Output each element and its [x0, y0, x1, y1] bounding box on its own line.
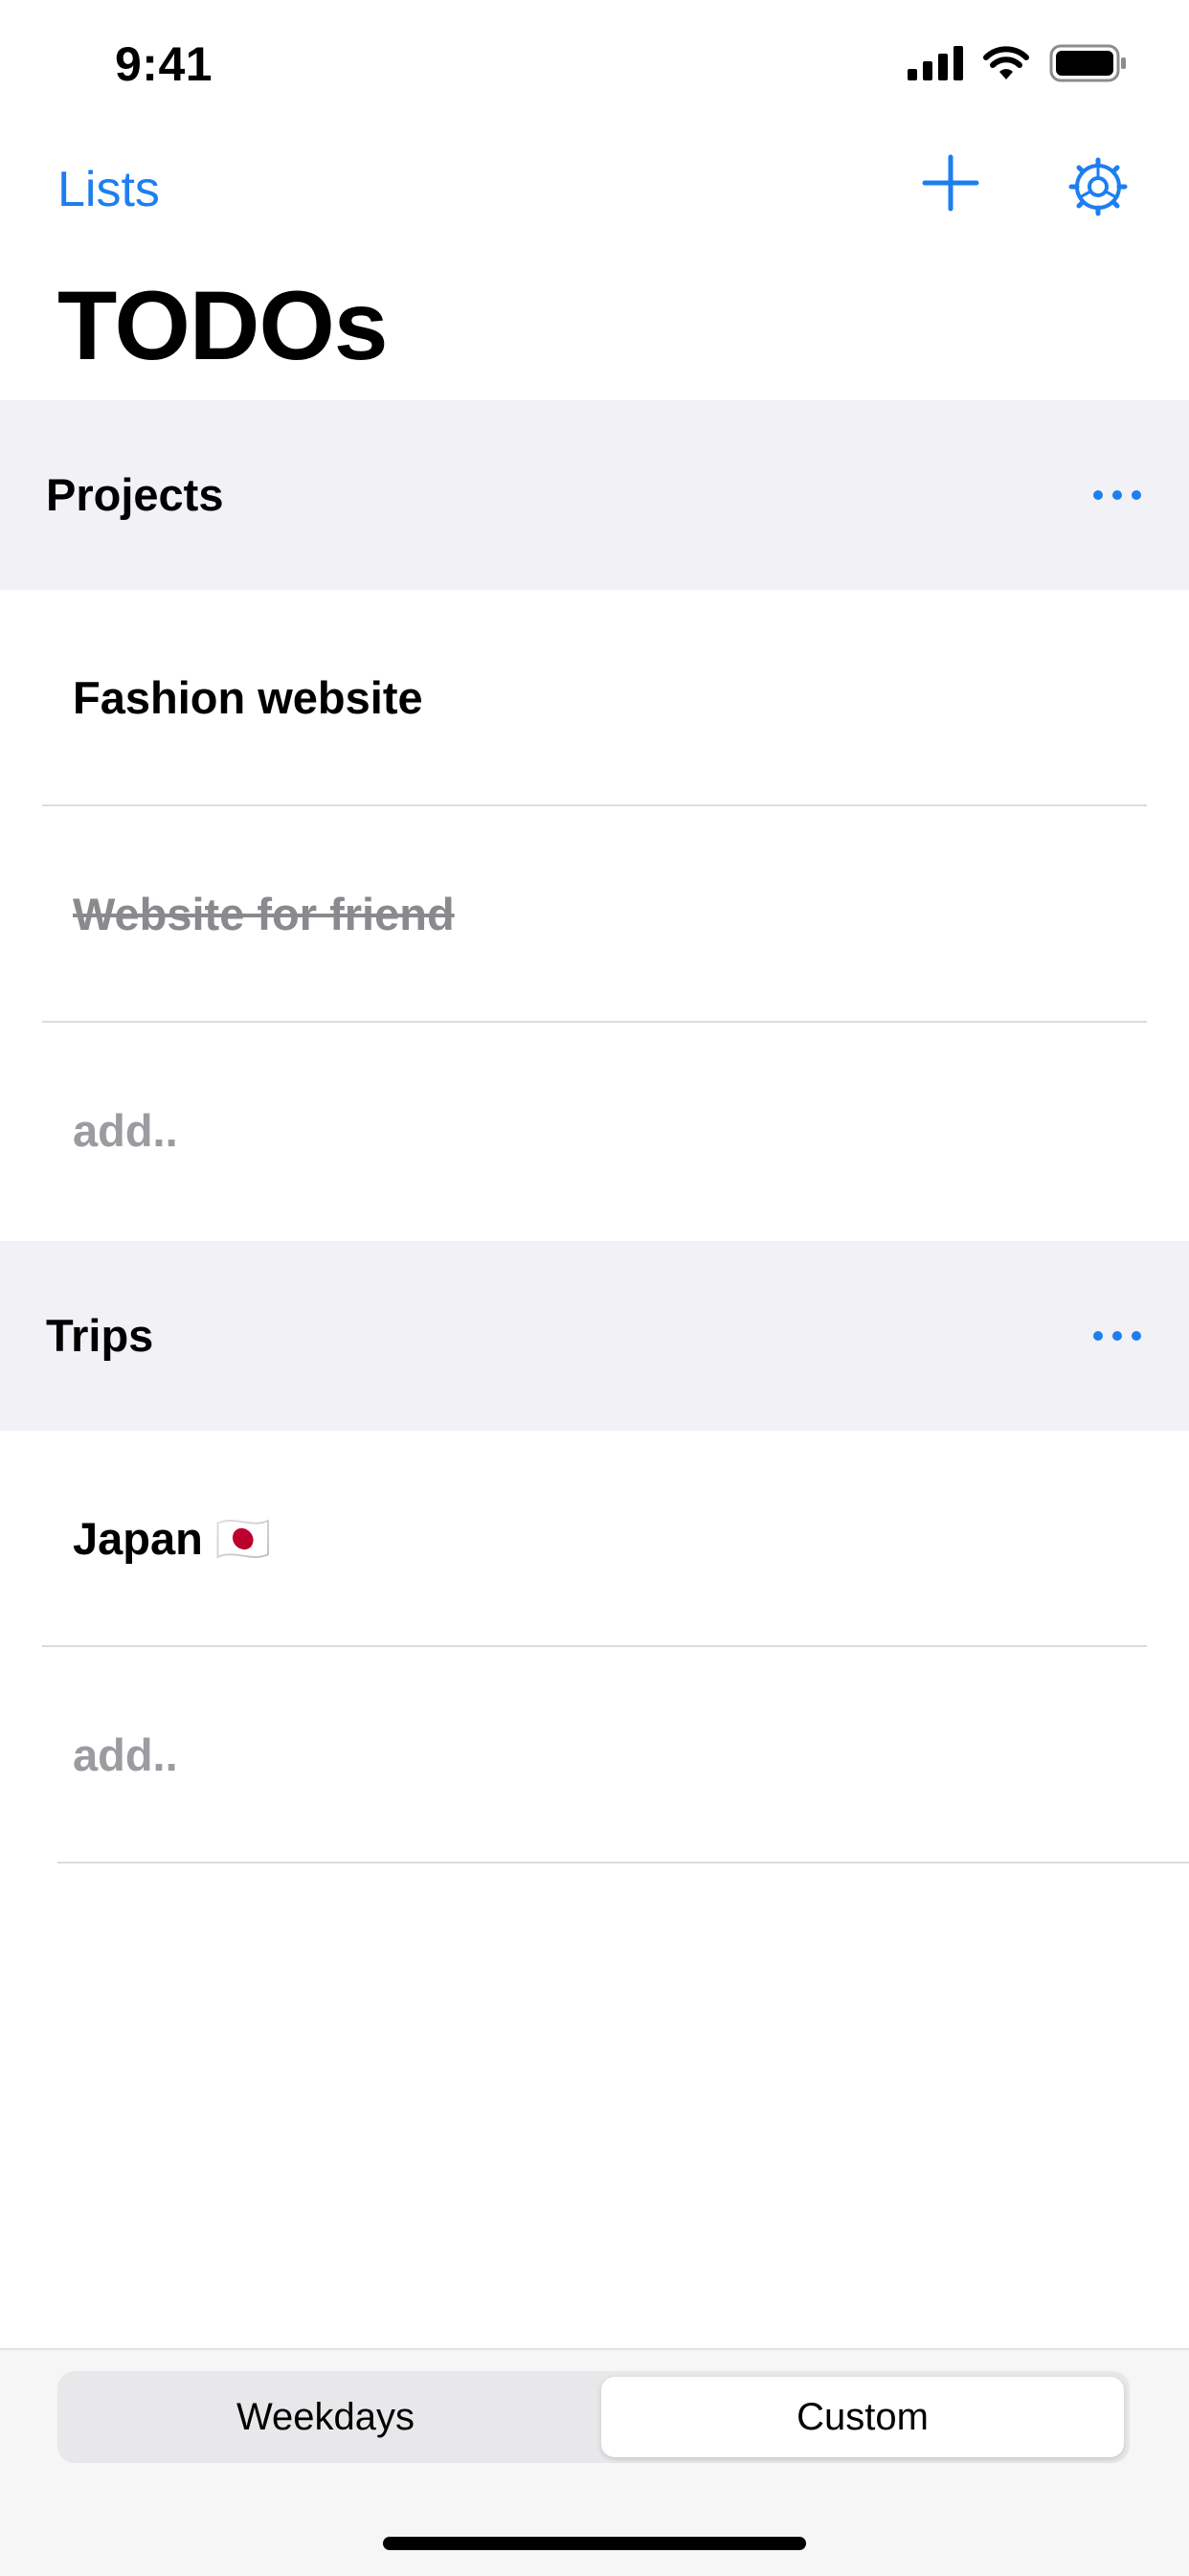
add-list-button[interactable]: [921, 153, 980, 213]
segmented-control[interactable]: Weekdays Custom: [57, 2371, 1130, 2463]
more-dot-icon: [1093, 1331, 1103, 1341]
section-header-trips: Trips: [0, 1241, 1189, 1431]
section-title: Projects: [46, 469, 224, 520]
todo-item-text: Fashion website: [73, 672, 423, 723]
bottom-toolbar: Weekdays Custom: [0, 2348, 1189, 2576]
segment-weekdays[interactable]: Weekdays: [57, 2371, 594, 2463]
row-divider: [57, 1862, 1189, 1864]
more-dot-icon: [1112, 490, 1122, 500]
add-item-row[interactable]: add..: [0, 1647, 1189, 1864]
more-dot-icon: [1132, 490, 1141, 500]
todo-item-text: Website for friend: [73, 889, 455, 939]
todo-item[interactable]: Fashion website: [0, 590, 1189, 806]
battery-icon: [1049, 44, 1126, 82]
todo-item-completed[interactable]: Website for friend: [0, 806, 1189, 1023]
segment-custom-selected[interactable]: Custom: [601, 2377, 1124, 2457]
add-item-row[interactable]: add..: [0, 1023, 1189, 1239]
home-indicator: [383, 2537, 806, 2550]
add-item-input[interactable]: add..: [73, 1647, 178, 1864]
add-item-input[interactable]: add..: [73, 1023, 178, 1239]
more-dot-icon: [1112, 1331, 1122, 1341]
page-title: TODOs: [57, 271, 389, 380]
todo-item-text: Japan 🇯🇵: [73, 1513, 272, 1564]
lists-back-button[interactable]: Lists: [57, 161, 160, 218]
status-time: 9:41: [115, 37, 213, 91]
wifi-icon: [983, 46, 1029, 79]
section-title: Trips: [46, 1310, 154, 1361]
more-dot-icon: [1132, 1331, 1141, 1341]
status-icons: [908, 44, 1128, 82]
cellular-signal-icon: [908, 46, 963, 80]
section-header-projects: Projects: [0, 400, 1189, 590]
more-dot-icon: [1093, 490, 1103, 500]
todo-item[interactable]: Japan 🇯🇵: [0, 1431, 1189, 1647]
section-more-button[interactable]: [1084, 471, 1151, 519]
section-more-button[interactable]: [1084, 1312, 1151, 1360]
settings-gear-icon[interactable]: [1068, 157, 1128, 216]
